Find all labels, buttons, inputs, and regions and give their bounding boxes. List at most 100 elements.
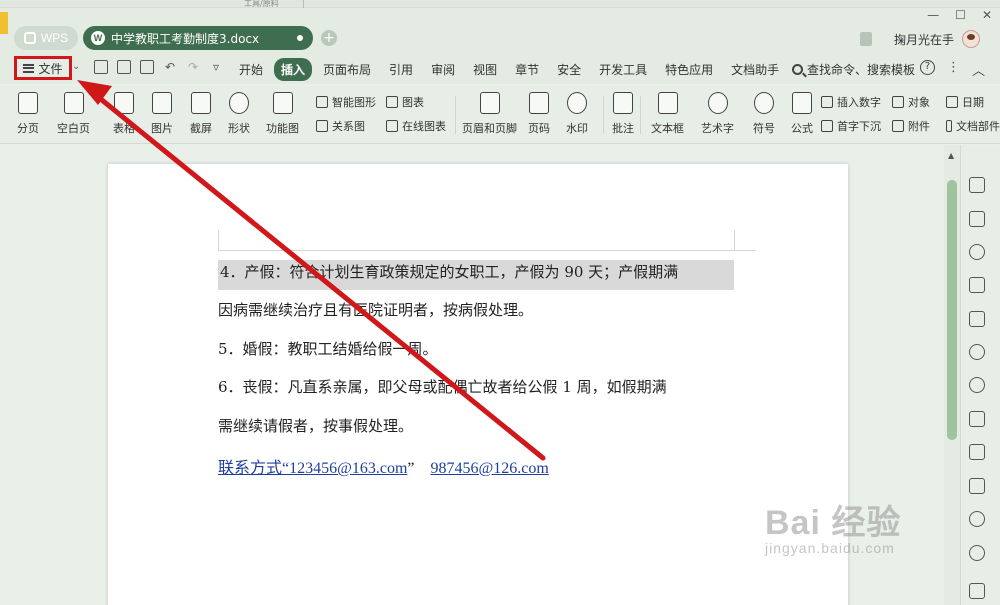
comment-button[interactable]: 批注 xyxy=(612,92,634,136)
search-icon xyxy=(792,64,803,75)
close-button[interactable]: ✕ xyxy=(982,8,992,22)
formula-label: 公式 xyxy=(791,122,813,135)
smart-art-button[interactable]: 智能图形 xyxy=(316,94,376,110)
attachment-button[interactable]: 附件 xyxy=(892,118,930,134)
user-name[interactable]: 掬月光在手 xyxy=(894,31,954,48)
baidu-jingyan-watermark: Bai 经验 jingyan.baidu.com xyxy=(765,495,901,556)
archive-icon[interactable] xyxy=(969,444,985,460)
tab-references[interactable]: 引用 xyxy=(382,58,420,81)
relation-chart-label: 关系图 xyxy=(332,120,365,133)
word-art-button[interactable]: 艺术字 xyxy=(701,92,734,136)
contact-line: 联系方式“123456@163.com” 987456@126.com xyxy=(218,454,549,478)
picture-icon[interactable] xyxy=(969,478,985,494)
chevron-down-icon[interactable]: ⌄ xyxy=(72,61,80,72)
chart-button[interactable]: 图表 xyxy=(386,94,424,110)
wps-home-tab[interactable]: WPS xyxy=(14,26,78,50)
smart-art-label: 智能图形 xyxy=(332,96,376,109)
help-icon[interactable] xyxy=(969,545,985,561)
customize-dropdown-icon[interactable]: ▿ xyxy=(209,60,223,74)
function-chart-icon xyxy=(272,92,293,114)
chart-label: 图表 xyxy=(402,96,424,109)
tab-section[interactable]: 章节 xyxy=(508,58,546,81)
settings-sliders-icon[interactable] xyxy=(969,277,985,293)
doc-parts-button[interactable]: 文档部件 xyxy=(946,118,1000,134)
file-menu-label: 文件 xyxy=(38,61,63,76)
tab-special[interactable]: 特色应用 xyxy=(658,58,720,81)
drop-cap-button[interactable]: 首字下沉 xyxy=(821,118,881,134)
paragraph-marriage-leave[interactable]: 5．婚假：教职工结婚给假一周。 xyxy=(218,338,438,360)
scroll-thumb[interactable] xyxy=(947,180,957,440)
star-icon[interactable] xyxy=(969,344,985,360)
shapes-icon[interactable] xyxy=(969,244,985,260)
contact-link-1[interactable]: 联系方式“123456@163.com xyxy=(218,460,407,477)
command-search[interactable]: 查找命令、搜索模板 xyxy=(792,61,915,78)
relation-chart-button[interactable]: 关系图 xyxy=(316,118,365,134)
watermark-button[interactable]: 水印 xyxy=(566,92,588,136)
function-chart-button[interactable]: 功能图 xyxy=(266,92,299,136)
translate-icon[interactable] xyxy=(969,411,985,427)
tab-doc-assistant[interactable]: 文档助手 xyxy=(724,58,786,81)
table-button[interactable]: 表格 xyxy=(113,92,135,136)
page-break-button[interactable]: 分页 xyxy=(17,92,39,136)
collapse-ribbon-icon[interactable]: ︿ xyxy=(972,60,985,79)
tab-page-layout[interactable]: 页面布局 xyxy=(316,58,378,81)
contact-link-2[interactable]: 987456@126.com xyxy=(431,460,549,477)
blank-page-button[interactable]: 空白页 xyxy=(57,92,90,136)
file-menu-button[interactable]: 文件 xyxy=(14,56,72,80)
print-icon[interactable] xyxy=(117,60,131,74)
pen-icon[interactable] xyxy=(969,177,985,193)
shape-button[interactable]: 形状 xyxy=(228,92,250,136)
more-icon[interactable]: ⋮ xyxy=(947,60,960,79)
blank-page-icon xyxy=(63,92,84,114)
picture-button[interactable]: 图片 xyxy=(151,92,173,136)
tab-review[interactable]: 审阅 xyxy=(424,58,462,81)
formula-button[interactable]: 公式 xyxy=(791,92,813,136)
object-label: 对象 xyxy=(908,96,930,109)
paragraph-bereavement-leave[interactable]: 6．丧假：凡直系亲属，即父母或配偶亡故者给公假 1 周，如假期满 xyxy=(218,376,667,398)
insert-number-button[interactable]: 插入数字 xyxy=(821,94,881,110)
date-button[interactable]: 日期 xyxy=(946,94,1000,110)
save-icon[interactable] xyxy=(94,60,108,74)
picture-icon xyxy=(152,92,172,114)
maximize-button[interactable]: ☐ xyxy=(955,8,966,22)
tab-security[interactable]: 安全 xyxy=(550,58,588,81)
document-tab[interactable]: W 中学教职工考勤制度3.docx xyxy=(83,26,313,50)
online-chart-button[interactable]: 在线图表 xyxy=(386,118,446,134)
paragraph-personal-leave-note[interactable]: 需继续请假者，按事假处理。 xyxy=(218,415,413,437)
page-number-button[interactable]: 页码 xyxy=(528,92,550,136)
screenshot-button[interactable]: 截屏 xyxy=(190,92,212,136)
header-footer-button[interactable]: 页眉和页脚 xyxy=(462,92,517,136)
page-break-icon xyxy=(18,92,38,114)
image-gallery-icon[interactable] xyxy=(969,311,985,327)
tab-view[interactable]: 视图 xyxy=(466,58,504,81)
date-label: 日期 xyxy=(962,96,984,109)
tab-developer[interactable]: 开发工具 xyxy=(592,58,654,81)
unsaved-dot-icon xyxy=(297,35,303,41)
avatar[interactable] xyxy=(962,30,981,48)
minimize-button[interactable]: — xyxy=(927,8,939,22)
vertical-scrollbar[interactable]: ▲ xyxy=(944,145,960,605)
paragraph-sick-leave-note[interactable]: 因病需继续治疗且有医院证明者，按病假处理。 xyxy=(218,299,533,321)
symbol-button[interactable]: 符号 xyxy=(753,92,775,136)
object-button[interactable]: 对象 xyxy=(892,94,930,110)
tab-insert[interactable]: 插入 xyxy=(274,58,313,81)
scroll-up-icon[interactable]: ▲ xyxy=(948,151,954,160)
help-icon[interactable]: ? xyxy=(920,60,935,75)
more-tools-icon[interactable] xyxy=(969,583,985,599)
print-preview-icon[interactable] xyxy=(140,60,154,74)
text-box-label: 文本框 xyxy=(651,122,684,135)
paragraph-maternity-leave[interactable]: 4．产假：符合计划生育政策规定的女职工，产假为 90 天；产假期满 xyxy=(218,260,734,290)
window-mini-icon[interactable] xyxy=(860,32,872,46)
add-tab-button[interactable]: + xyxy=(321,30,337,46)
cursor-icon[interactable] xyxy=(969,211,985,227)
shape-label: 形状 xyxy=(228,122,250,135)
tab-home[interactable]: 开始 xyxy=(232,58,270,81)
history-icon[interactable] xyxy=(969,511,985,527)
redo-icon[interactable]: ↷ xyxy=(186,60,200,74)
shape-icon xyxy=(229,92,249,114)
margin-guide xyxy=(218,250,756,251)
share-icon[interactable] xyxy=(969,377,985,393)
function-chart-label: 功能图 xyxy=(266,122,299,135)
undo-icon[interactable]: ↶ xyxy=(163,60,177,74)
text-box-button[interactable]: 文本框 xyxy=(651,92,684,136)
